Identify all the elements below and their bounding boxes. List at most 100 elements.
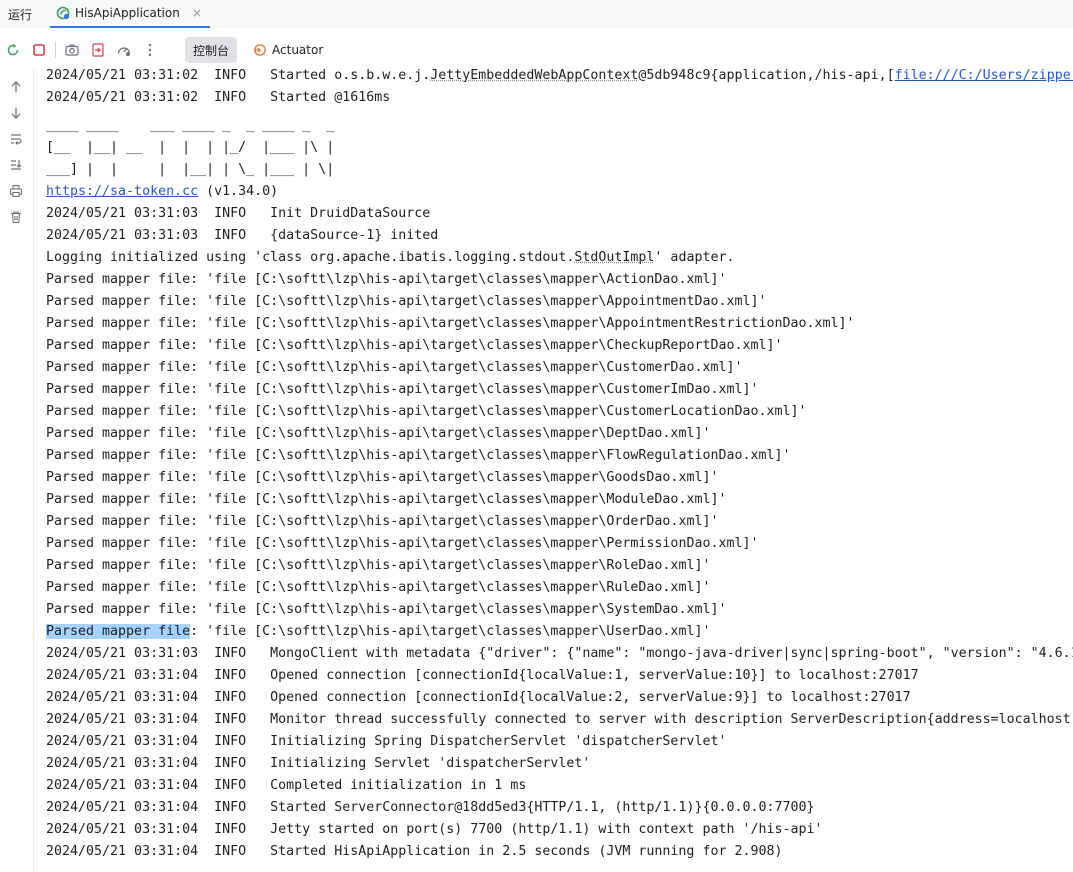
mapper-file-name: CheckupReportDao.xml]' — [606, 338, 783, 353]
mapper-file-name: RuleDao.xml]' — [606, 580, 711, 595]
mapper-log-line: Parsed mapper file: 'file [C:\softt\lzp\… — [46, 357, 1073, 379]
banner-line: [__ |__| __ | | | |_/ |___ |\ | — [46, 140, 335, 155]
mapper-log-line: Parsed mapper file: 'file [C:\softt\lzp\… — [46, 599, 1073, 621]
log-text: ' adapter. — [654, 250, 735, 265]
sa-token-link[interactable]: https://sa-token.cc — [46, 184, 198, 199]
log-line: 2024/05/21 03:31:04 INFO Opened connecti… — [46, 690, 911, 705]
log-text: Parsed mapper file: 'file [C:\softt\lzp\… — [46, 316, 607, 331]
mapper-log-line: Parsed mapper file: 'file [C:\softt\lzp\… — [46, 335, 1073, 357]
more-options-icon[interactable] — [137, 38, 163, 62]
tab-his-api-application[interactable]: HisApiApplication × — [50, 0, 210, 28]
log-text: Logging initialized using 'class org.apa… — [46, 250, 575, 265]
exit-icon[interactable] — [85, 38, 111, 62]
log-line: 2024/05/21 03:31:04 INFO Completed initi… — [46, 778, 527, 793]
mapper-file-name: PermissionDao.xml]' — [606, 536, 759, 551]
log-line: Parsed mapper file: 'file [C:\softt\lzp\… — [46, 621, 1073, 643]
tail-lines: 2024/05/21 03:31:03 INFO MongoClient wit… — [46, 643, 1073, 863]
print-icon[interactable] — [1, 180, 31, 202]
log-line: Logging initialized using 'class org.apa… — [46, 247, 1073, 269]
mapper-file-name: OrderDao.xml]' — [606, 514, 719, 529]
log-text: Parsed mapper file: 'file [C:\softt\lzp\… — [46, 360, 607, 375]
class-name-text: StdOutImpl — [574, 250, 655, 265]
mapper-lines: Parsed mapper file: 'file [C:\softt\lzp\… — [46, 269, 1073, 621]
scroll-to-end-icon[interactable] — [1, 154, 31, 176]
selected-text: Parsed mapper file — [46, 624, 191, 639]
mapper-log-line: Parsed mapper file: 'file [C:\softt\lzp\… — [46, 511, 1073, 533]
console-output[interactable]: 2024/05/21 03:31:02 INFO Started o.s.b.w… — [46, 65, 1073, 872]
close-icon[interactable]: × — [192, 6, 202, 20]
log-text: Parsed mapper file: 'file [C:\softt\lzp\… — [46, 536, 607, 551]
log-text: : 'file [C:\softt\lzp\his-api\target\cla… — [190, 624, 711, 639]
mapper-log-line: Parsed mapper file: 'file [C:\softt\lzp\… — [46, 313, 1073, 335]
log-text: 2024/05/21 03:31:02 INFO Started o.s.b.w… — [46, 68, 431, 83]
log-line: 2024/05/21 03:31:04 INFO Monitor thread … — [46, 712, 1071, 727]
log-line: 2024/05/21 03:31:02 INFO Started o.s.b.w… — [46, 65, 1073, 87]
log-line: 2024/05/21 03:31:04 INFO Jetty started o… — [46, 822, 823, 837]
trash-icon[interactable] — [1, 206, 31, 228]
mapper-file-name: SystemDao.xml]' — [606, 602, 727, 617]
log-line: 2024/05/21 03:31:04 INFO Opened connecti… — [46, 668, 919, 683]
gauge-icon[interactable] — [111, 38, 137, 62]
mapper-file-name: ModuleDao.xml]' — [606, 492, 727, 507]
actuator-tab-label: Actuator — [272, 43, 324, 57]
stop-icon[interactable] — [26, 38, 52, 62]
log-text: Parsed mapper file: 'file [C:\softt\lzp\… — [46, 470, 607, 485]
soft-wrap-icon[interactable] — [1, 128, 31, 150]
class-name-text: JettyEmbeddedWebAppContext — [430, 68, 639, 83]
log-text: Parsed mapper file: 'file [C:\softt\lzp\… — [46, 558, 607, 573]
mapper-file-name: DeptDao.xml]' — [606, 426, 711, 441]
log-text: Parsed mapper file: 'file [C:\softt\lzp\… — [46, 492, 607, 507]
mapper-file-name: RoleDao.xml]' — [606, 558, 711, 573]
mapper-log-line: Parsed mapper file: 'file [C:\softt\lzp\… — [46, 401, 1073, 423]
mapper-file-name: CustomerImDao.xml]' — [606, 382, 759, 397]
mapper-file-name: GoodsDao.xml]' — [606, 470, 719, 485]
banner-line: ___] | | | |__| | \_ |___ | \| — [46, 162, 335, 177]
log-line: 2024/05/21 03:31:03 INFO {dataSource-1} … — [46, 228, 439, 243]
toolbar-separator — [55, 42, 56, 58]
log-text: Parsed mapper file: 'file [C:\softt\lzp\… — [46, 448, 607, 463]
mapper-log-line: Parsed mapper file: 'file [C:\softt\lzp\… — [46, 291, 1073, 313]
log-line: 2024/05/21 03:31:04 INFO Started HisApiA… — [46, 844, 783, 859]
mapper-log-line: Parsed mapper file: 'file [C:\softt\lzp\… — [46, 489, 1073, 511]
mapper-log-line: Parsed mapper file: 'file [C:\softt\lzp\… — [46, 555, 1073, 577]
mapper-log-line: Parsed mapper file: 'file [C:\softt\lzp\… — [46, 445, 1073, 467]
mapper-log-line: Parsed mapper file: 'file [C:\softt\lzp\… — [46, 423, 1073, 445]
mapper-log-line: Parsed mapper file: 'file [C:\softt\lzp\… — [46, 577, 1073, 599]
version-text: (v1.34.0) — [198, 184, 279, 199]
rerun-icon[interactable] — [0, 38, 26, 62]
arrow-down-icon[interactable] — [1, 102, 31, 124]
tab-console[interactable]: 控制台 — [185, 37, 238, 63]
mapper-file-name: ActionDao.xml]' — [606, 272, 727, 287]
log-text: Parsed mapper file: 'file [C:\softt\lzp\… — [46, 580, 607, 595]
mapper-log-line: Parsed mapper file: 'file [C:\softt\lzp\… — [46, 467, 1073, 489]
banner-line: ____ ____ ___ ____ _ _ ____ _ _ — [46, 118, 335, 133]
log-text: Parsed mapper file: 'file [C:\softt\lzp\… — [46, 382, 607, 397]
mapper-file-name: AppointmentDao.xml]' — [606, 294, 767, 309]
log-text: Parsed mapper file: 'file [C:\softt\lzp\… — [46, 294, 607, 309]
log-line: 2024/05/21 03:31:02 INFO Started @1616ms — [46, 90, 391, 105]
console-side-toolbar — [0, 68, 34, 872]
log-text: Parsed mapper file: 'file [C:\softt\lzp\… — [46, 272, 607, 287]
tab-actuator[interactable]: Actuator — [245, 37, 331, 63]
camera-icon[interactable] — [59, 38, 85, 62]
mapper-log-line: Parsed mapper file: 'file [C:\softt\lzp\… — [46, 379, 1073, 401]
log-text: Parsed mapper file: 'file [C:\softt\lzp\… — [46, 602, 607, 617]
log-text: Parsed mapper file: 'file [C:\softt\lzp\… — [46, 338, 607, 353]
actuator-icon — [253, 43, 267, 57]
tab-label: HisApiApplication — [75, 6, 180, 20]
file-link[interactable]: file:///C:/Users/zipper — [895, 68, 1073, 83]
log-line: 2024/05/21 03:31:03 INFO MongoClient wit… — [46, 646, 1073, 661]
mapper-file-name: FlowRegulationDao.xml]' — [606, 448, 791, 463]
log-line: 2024/05/21 03:31:04 INFO Started ServerC… — [46, 800, 815, 815]
mapper-file-name: AppointmentRestrictionDao.xml]' — [606, 316, 855, 331]
run-tool-window-header: 运行 HisApiApplication × — [0, 0, 1073, 28]
mapper-file-name: CustomerLocationDao.xml]' — [606, 404, 807, 419]
log-text: @5db948c9{application,/his-api,[ — [638, 68, 895, 83]
run-tool-window-title: 运行 — [8, 7, 33, 22]
mapper-file-name: CustomerDao.xml]' — [606, 360, 743, 375]
mapper-log-line: Parsed mapper file: 'file [C:\softt\lzp\… — [46, 533, 1073, 555]
log-line: https://sa-token.cc (v1.34.0) — [46, 181, 1073, 203]
arrow-up-icon[interactable] — [1, 76, 31, 98]
log-text: Parsed mapper file: 'file [C:\softt\lzp\… — [46, 426, 607, 441]
console-toolbar: 控制台 Actuator — [0, 36, 1073, 64]
